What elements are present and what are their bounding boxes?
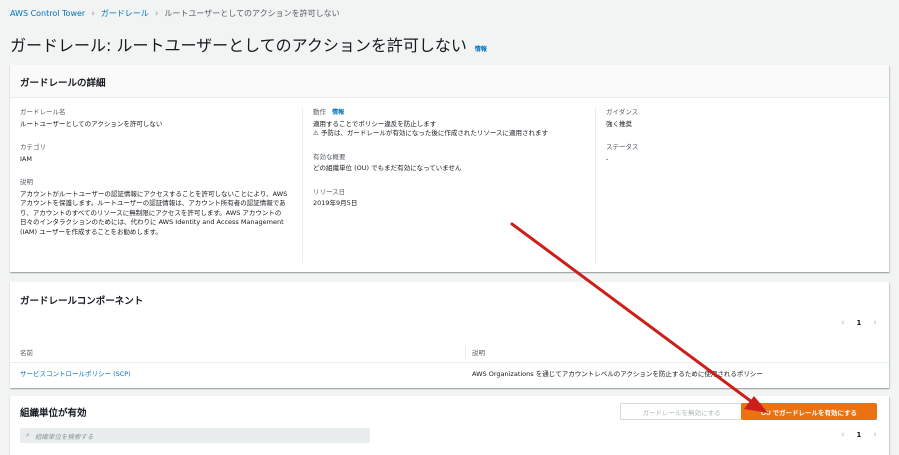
column-header-name[interactable]: 名前 xyxy=(20,347,33,357)
column-divider xyxy=(465,346,466,358)
release-date-value: 2019年9月5日 xyxy=(313,199,358,207)
status-value: - xyxy=(606,154,609,163)
description-label: 説明 xyxy=(20,178,33,186)
ou-search-placeholder: 組織単位を検索する xyxy=(34,432,94,441)
enabled-ou-panel: 組織単位が有効 ガードレールを無効にする OU でガードレールを有効にする ⌕ … xyxy=(10,396,889,455)
scp-description: AWS Organizations を通じてアカウントレベルのアクションを防止す… xyxy=(472,370,763,378)
guardrail-name-label: ガードレール名 xyxy=(20,108,66,116)
chevron-left-icon[interactable]: ‹ xyxy=(841,318,845,328)
page-info-link[interactable]: 情報 xyxy=(475,44,487,53)
guidance-value: 強く推奨 xyxy=(606,119,632,128)
components-pagination: ‹ 1 › xyxy=(841,318,877,328)
behavior-label: 動作 xyxy=(313,108,326,116)
release-date-label: リリース日 xyxy=(313,187,346,196)
description-value: アカウントがルートユーザーの認証情報にアクセスすることを許可しないことにより、A… xyxy=(20,189,288,236)
ou-pagination: ‹ 1 › xyxy=(841,430,877,440)
guardrail-components-header: ガードレールコンポーネント xyxy=(10,282,889,315)
enable-guardrail-on-ou-button[interactable]: OU でガードレールを有効にする xyxy=(741,403,877,420)
enabled-ou-header: 組織単位が有効 xyxy=(20,408,87,419)
ou-page-number[interactable]: 1 xyxy=(857,431,862,439)
category-value: IAM xyxy=(20,154,32,163)
guardrail-details-panel: ガードレールの詳細 ガードレール名 ルートユーザーとしてのアクションを許可しない… xyxy=(10,65,889,272)
guidance-label: ガイダンス xyxy=(606,108,639,116)
search-icon: ⌕ xyxy=(26,431,30,439)
guardrail-details-header: ガードレールの詳細 xyxy=(10,65,889,98)
chevron-right-icon[interactable]: › xyxy=(873,430,877,440)
breadcrumb-control-tower-link[interactable]: AWS Control Tower xyxy=(10,9,85,18)
details-column-3: ガイダンス 強く推奨 ステータス - xyxy=(596,108,886,263)
ou-search-input[interactable]: ⌕ 組織単位を検索する xyxy=(20,428,370,443)
chevron-left-icon[interactable]: ‹ xyxy=(841,430,845,440)
behavior-info-link[interactable]: 情報 xyxy=(332,109,344,116)
behavior-value: 適用することでポリシー違反を防止します xyxy=(313,119,437,128)
table-row: サービスコントロールポリシー (SCP) AWS Organizations を… xyxy=(10,363,889,383)
components-page-number[interactable]: 1 xyxy=(857,319,862,327)
page-title: ガードレール: ルートユーザーとしてのアクションを許可しない 情報 xyxy=(10,32,487,56)
behavior-warning: ⚠ 予防は、ガードレールが有効になった後に作成されたリソースに適用されます xyxy=(313,129,585,139)
details-column-1: ガードレール名 ルートユーザーとしてのアクションを許可しない カテゴリ IAM … xyxy=(10,108,303,263)
status-label: ステータス xyxy=(606,143,639,151)
behavior-label-row: 動作 情報 xyxy=(313,108,585,118)
breadcrumb: AWS Control Tower › ガードレール › ルートユーザーとしての… xyxy=(10,8,340,19)
components-table-header: 名前 説明 xyxy=(10,343,889,363)
column-header-description[interactable]: 説明 xyxy=(472,347,485,357)
guardrail-name-value: ルートユーザーとしてのアクションを許可しない xyxy=(20,119,163,128)
chevron-right-icon: › xyxy=(91,8,95,19)
warning-icon: ⚠ xyxy=(313,129,319,137)
category-label: カテゴリ xyxy=(20,143,46,151)
page-title-text: ガードレール: ルートユーザーとしてのアクションを許可しない xyxy=(10,36,467,55)
chevron-right-icon: › xyxy=(154,8,159,19)
details-column-2: 動作 情報 適用することでポリシー違反を防止します ⚠ 予防は、ガードレールが有… xyxy=(303,108,596,263)
breadcrumb-current: ルートユーザーとしてのアクションを許可しない xyxy=(164,9,340,18)
scp-link[interactable]: サービスコントロールポリシー (SCP) xyxy=(20,368,131,378)
chevron-right-icon[interactable]: › xyxy=(873,318,877,328)
behavior-warning-text: 予防は、ガードレールが有効になった後に作成されたリソースに適用されます xyxy=(320,129,549,137)
guardrail-components-panel: ガードレールコンポーネント ‹ 1 › 名前 説明 サービスコントロールポリシー… xyxy=(10,282,889,388)
enabled-summary-value: どの組織単位 (OU) でもまだ有効になっていません xyxy=(313,164,462,172)
breadcrumb-guardrails-link[interactable]: ガードレール xyxy=(101,8,149,19)
disable-guardrail-button[interactable]: ガードレールを無効にする xyxy=(620,403,743,420)
enabled-summary-label: 有効な概要 xyxy=(313,152,346,161)
